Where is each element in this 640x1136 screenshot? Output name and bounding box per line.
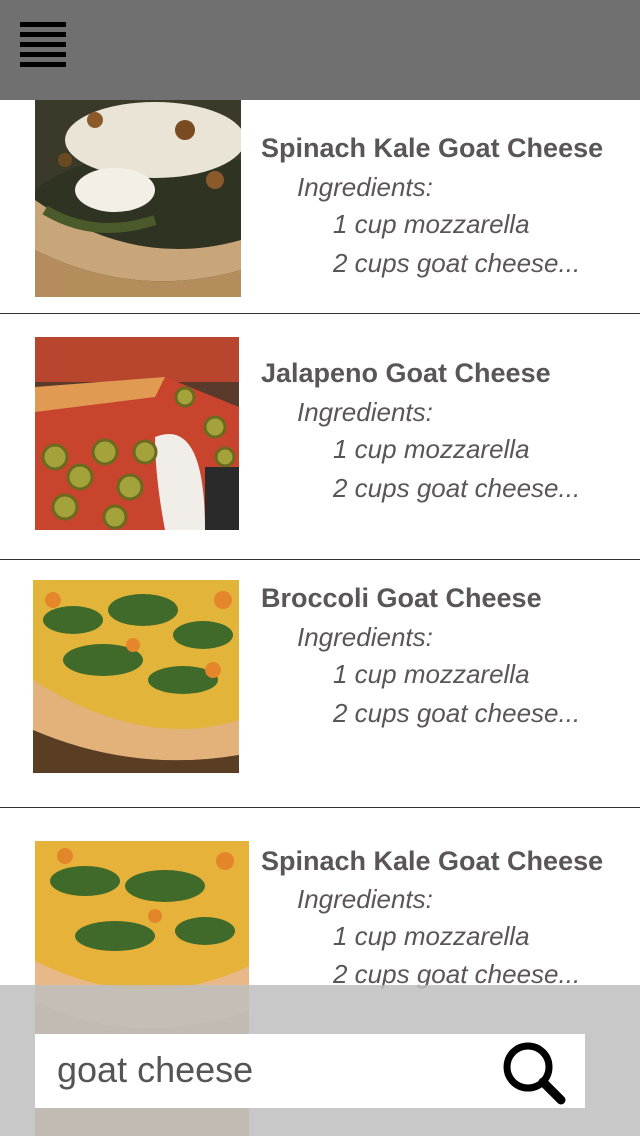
recipe-thumbnail[interactable] <box>35 337 239 530</box>
top-bar <box>0 0 640 100</box>
recipe-thumbnail[interactable] <box>35 100 241 297</box>
recipe-title: Broccoli Goat Cheese <box>261 583 542 613</box>
ingredient-line: 2 cups goat cheese... <box>333 473 581 503</box>
ingredient-line: 1 cup mozzarella <box>333 921 530 951</box>
ingredients-label: Ingredients: <box>297 622 433 652</box>
search-icon[interactable] <box>500 1039 566 1105</box>
search-box <box>35 1034 585 1108</box>
search-input[interactable] <box>57 1042 487 1098</box>
ingredient-line: 1 cup mozzarella <box>333 434 530 464</box>
search-bar <box>0 985 640 1136</box>
ingredient-line: 2 cups goat cheese... <box>333 248 581 278</box>
list-item[interactable]: Jalapeno Goat Cheese Ingredients: 1 cup … <box>0 314 640 560</box>
ingredients-label: Ingredients: <box>297 884 433 914</box>
recipe-title: Spinach Kale Goat Cheese <box>261 846 604 876</box>
recipe-thumbnail[interactable] <box>33 580 239 773</box>
ingredients-label: Ingredients: <box>297 172 433 202</box>
ingredient-line: 1 cup mozzarella <box>333 659 530 689</box>
recipe-list: Spinach Kale Goat Cheese Ingredients: 1 … <box>0 0 640 1136</box>
hamburger-menu-icon[interactable] <box>18 22 68 70</box>
recipe-title: Spinach Kale Goat Cheese <box>261 133 604 163</box>
ingredient-line: 1 cup mozzarella <box>333 209 530 239</box>
ingredient-line: 2 cups goat cheese... <box>333 698 581 728</box>
ingredients-label: Ingredients: <box>297 397 433 427</box>
list-item[interactable]: Broccoli Goat Cheese Ingredients: 1 cup … <box>0 560 640 808</box>
recipe-title: Jalapeno Goat Cheese <box>261 358 551 388</box>
